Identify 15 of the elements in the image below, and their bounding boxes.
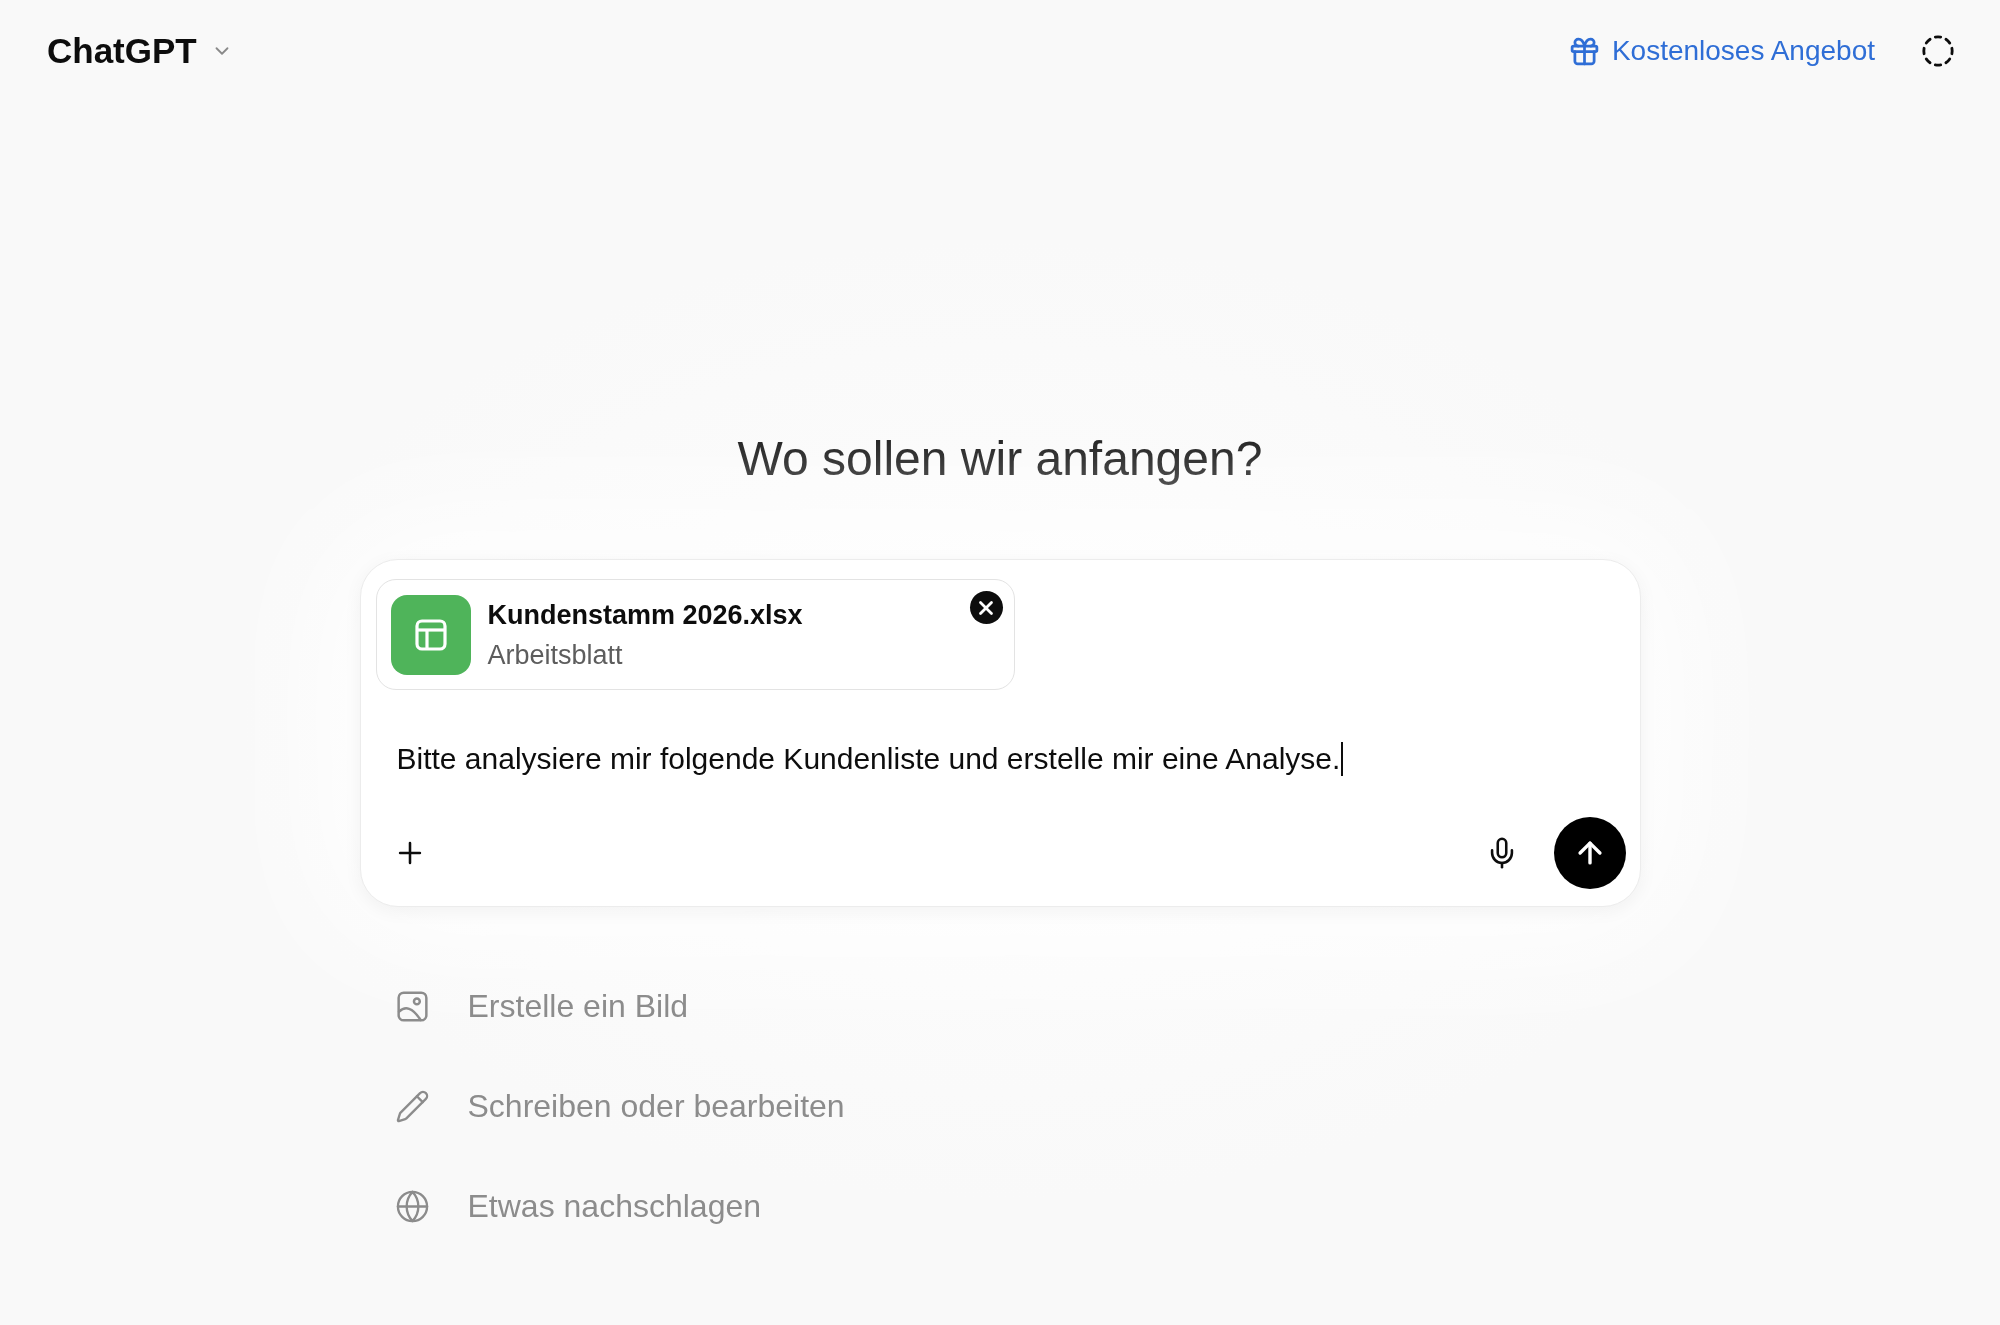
file-type-label: Arbeitsblatt [487, 638, 624, 672]
offer-link[interactable]: Kostenloses Angebot [1567, 34, 1875, 68]
model-selector[interactable]: ChatGPT [47, 31, 233, 71]
pencil-icon [394, 1088, 430, 1124]
suggestion-item[interactable]: Erstelle ein Bild [394, 956, 689, 1056]
page-heading: Wo sollen wir anfangen? [737, 431, 1263, 487]
remove-attachment-button[interactable] [969, 591, 1003, 624]
file-name: Kundenstamm 2026.xlsx [487, 598, 803, 632]
message-input[interactable]: Bitte analysiere mir folgende Kundenliste und erstelle mir eine Analyse. [375, 738, 1626, 780]
dashed-circle-icon[interactable] [1921, 34, 1955, 68]
globe-icon [394, 1188, 430, 1224]
image-icon [394, 988, 430, 1024]
suggestion-item[interactable]: Schreiben oder bearbeiten [394, 1056, 845, 1156]
spreadsheet-icon [390, 594, 471, 675]
suggestion-item[interactable]: Etwas nachschlagen [394, 1156, 761, 1256]
